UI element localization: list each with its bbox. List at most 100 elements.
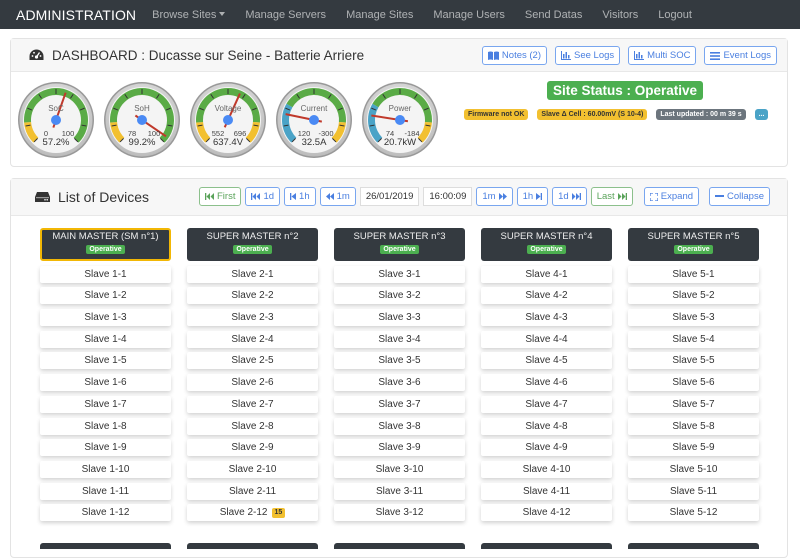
- slave-item[interactable]: Slave 3-9: [334, 439, 465, 457]
- slave-label: Slave 3-5: [378, 355, 421, 367]
- devices-card: List of Devices First 1d 1h 1m 26/01/201…: [10, 178, 788, 558]
- collapse-button[interactable]: Collapse: [709, 187, 770, 206]
- slave-item[interactable]: Slave 1-2: [40, 287, 171, 305]
- last-updated-badge: Last updated : 00 m 39 s: [656, 109, 746, 120]
- see-logs-button[interactable]: See Logs: [555, 46, 621, 65]
- slave-item[interactable]: Slave 1-1: [40, 265, 171, 283]
- slave-item[interactable]: Slave 4-3: [481, 309, 612, 327]
- super-master-card[interactable]: SUPER MASTER n°4 Operative: [481, 228, 612, 261]
- slave-item[interactable]: Slave 5-5: [628, 352, 759, 370]
- slave-item[interactable]: Slave 4-4: [481, 330, 612, 348]
- back-1d-button[interactable]: 1d: [245, 187, 281, 206]
- slave-item[interactable]: Slave 4-9: [481, 439, 612, 457]
- slave-item[interactable]: Slave 2-4: [187, 330, 318, 348]
- slave-item[interactable]: Slave 3-12: [334, 504, 465, 522]
- nav-visitors[interactable]: Visitors: [602, 9, 638, 21]
- super-master-card[interactable]: SUPER MASTER n°5 Operative: [628, 228, 759, 261]
- slave-item[interactable]: Slave 5-12: [628, 504, 759, 522]
- slave-item[interactable]: Slave 5-9: [628, 439, 759, 457]
- slave-item[interactable]: Slave 1-5: [40, 352, 171, 370]
- slave-item[interactable]: Slave 5-11: [628, 482, 759, 500]
- notes-button[interactable]: Notes (2): [481, 46, 547, 65]
- slave-label: Slave 2-9: [231, 442, 274, 454]
- super-master-card[interactable]: SUPER MASTER n°2 Operative: [187, 228, 318, 261]
- slave-item[interactable]: Slave 4-7: [481, 395, 612, 413]
- slave-item[interactable]: Slave 1-10: [40, 460, 171, 478]
- slave-item[interactable]: Slave 5-1: [628, 265, 759, 283]
- forward-1h-button[interactable]: 1h: [516, 187, 549, 206]
- slave-item[interactable]: Slave 4-11: [481, 482, 612, 500]
- slave-item[interactable]: Slave 4-2: [481, 287, 612, 305]
- slave-item[interactable]: Slave 5-6: [628, 374, 759, 392]
- slave-label: Slave 3-2: [378, 290, 421, 302]
- event-logs-button[interactable]: Event Logs: [704, 46, 777, 65]
- slave-item[interactable]: Slave 4-5: [481, 352, 612, 370]
- slave-item[interactable]: Slave 1-3: [40, 309, 171, 327]
- more-button[interactable]: ...: [754, 109, 769, 120]
- slave-item[interactable]: Slave 3-2: [334, 287, 465, 305]
- super-master-card[interactable]: SUPER MASTER n°3 Operative: [334, 228, 465, 261]
- forward-1d-button[interactable]: 1d: [552, 187, 587, 206]
- slave-label: Slave 1-4: [84, 333, 127, 345]
- slave-item[interactable]: Slave 1-4: [40, 330, 171, 348]
- nav-manage-users[interactable]: Manage Users: [433, 9, 505, 21]
- slave-item[interactable]: Slave 3-1: [334, 265, 465, 283]
- slave-item[interactable]: Slave 2-7: [187, 395, 318, 413]
- nav-browse-sites[interactable]: Browse Sites: [152, 9, 226, 21]
- slave-item[interactable]: Slave 1-9: [40, 439, 171, 457]
- slave-item[interactable]: Slave 5-8: [628, 417, 759, 435]
- time-input[interactable]: 16:00:09: [423, 187, 473, 206]
- slave-item[interactable]: Slave 2-1: [187, 265, 318, 283]
- top-navbar: ADMINISTRATION Browse Sites Manage Serve…: [0, 0, 800, 29]
- slave-item[interactable]: Slave 1-6: [40, 374, 171, 392]
- slave-label: Slave 2-6: [231, 377, 274, 389]
- nav-send-datas[interactable]: Send Datas: [525, 9, 582, 21]
- slave-item[interactable]: Slave 5-7: [628, 395, 759, 413]
- brand[interactable]: ADMINISTRATION: [16, 7, 136, 23]
- slave-item[interactable]: Slave 2-8: [187, 417, 318, 435]
- slave-item[interactable]: Slave 2-6: [187, 374, 318, 392]
- slave-item[interactable]: Slave 3-10: [334, 460, 465, 478]
- back-1h-button[interactable]: 1h: [284, 187, 316, 206]
- slave-item[interactable]: Slave 5-4: [628, 330, 759, 348]
- slave-item[interactable]: Slave 1-11: [40, 482, 171, 500]
- slave-item[interactable]: Slave 3-4: [334, 330, 465, 348]
- slave-item[interactable]: Slave 1-8: [40, 417, 171, 435]
- main-master-card[interactable]: MAIN MASTER (SM n°1) Operative: [40, 228, 171, 261]
- slave-item[interactable]: Slave 1-12: [40, 504, 171, 522]
- slave-item[interactable]: Slave 4-1: [481, 265, 612, 283]
- slave-item[interactable]: Slave 2-2: [187, 287, 318, 305]
- back-1m-button[interactable]: 1m: [319, 187, 356, 206]
- slave-item[interactable]: Slave 2-5: [187, 352, 318, 370]
- nav-logout[interactable]: Logout: [658, 9, 692, 21]
- slave-label: Slave 3-4: [378, 333, 421, 345]
- expand-button[interactable]: Expand: [643, 187, 700, 206]
- slave-item[interactable]: Slave 4-12: [481, 504, 612, 522]
- slave-item[interactable]: Slave 5-2: [628, 287, 759, 305]
- forward-1m-button[interactable]: 1m: [476, 187, 513, 206]
- slave-item[interactable]: Slave 2-11: [187, 482, 318, 500]
- slave-item[interactable]: Slave 3-11: [334, 482, 465, 500]
- slave-item[interactable]: Slave 2-3: [187, 309, 318, 327]
- multi-soc-button[interactable]: Multi SOC: [628, 46, 697, 65]
- slave-item[interactable]: Slave 2-9: [187, 439, 318, 457]
- slave-item[interactable]: Slave 2-10: [187, 460, 318, 478]
- last-button[interactable]: Last: [590, 187, 633, 206]
- date-input[interactable]: 26/01/2019: [359, 187, 420, 206]
- slave-item[interactable]: Slave 3-5: [334, 352, 465, 370]
- nav-manage-sites[interactable]: Manage Sites: [346, 9, 413, 21]
- slave-item[interactable]: Slave 3-6: [334, 374, 465, 392]
- slave-item[interactable]: Slave 4-6: [481, 374, 612, 392]
- first-button[interactable]: First: [199, 187, 242, 206]
- slave-item[interactable]: Slave 3-3: [334, 309, 465, 327]
- slave-item[interactable]: Slave 1-7: [40, 395, 171, 413]
- slave-item[interactable]: Slave 4-8: [481, 417, 612, 435]
- slave-label: Slave 1-8: [84, 420, 127, 432]
- nav-manage-servers[interactable]: Manage Servers: [245, 9, 326, 21]
- slave-item[interactable]: Slave 3-7: [334, 395, 465, 413]
- slave-item[interactable]: Slave 5-3: [628, 309, 759, 327]
- slave-item[interactable]: Slave 5-10: [628, 460, 759, 478]
- slave-item[interactable]: Slave 3-8: [334, 417, 465, 435]
- slave-item[interactable]: Slave 2-12 15: [187, 504, 318, 522]
- slave-item[interactable]: Slave 4-10: [481, 460, 612, 478]
